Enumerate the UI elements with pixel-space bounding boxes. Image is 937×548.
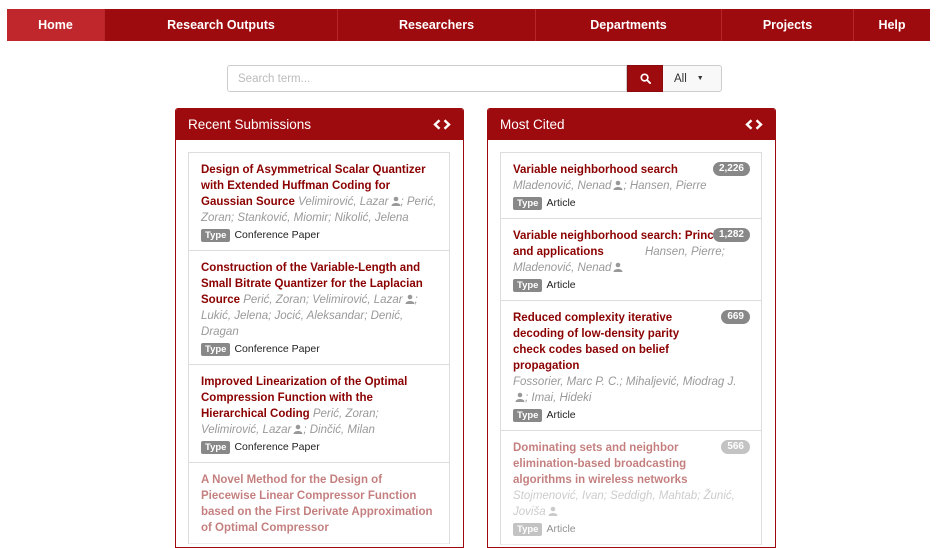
panel-title: Recent Submissions — [188, 117, 312, 132]
user-icon — [548, 506, 558, 516]
list-item: Design of Asymmetrical Scalar Quantizer … — [189, 153, 449, 251]
cited-list: 2,226 Variable neighborhood search Mlade… — [500, 152, 762, 545]
user-icon — [613, 180, 623, 190]
main-nav: Home Research Outputs Researchers Depart… — [7, 9, 930, 41]
user-icon — [293, 424, 303, 434]
nav-projects[interactable]: Projects — [722, 9, 854, 41]
user-icon — [391, 196, 400, 206]
citation-count-badge: 566 — [721, 440, 750, 454]
search-input[interactable] — [227, 65, 627, 92]
citation-count-badge: 669 — [721, 310, 750, 324]
carousel-controls — [745, 119, 763, 130]
nav-departments[interactable]: Departments — [536, 9, 722, 41]
recent-list: Design of Asymmetrical Scalar Quantizer … — [188, 152, 450, 544]
chevron-left-icon[interactable] — [433, 119, 441, 130]
nav-home[interactable]: Home — [7, 9, 105, 41]
list-item: 566 Dominating sets and neighbor elimina… — [501, 431, 761, 545]
filter-value: All — [674, 72, 687, 85]
user-icon — [405, 294, 415, 304]
nav-help[interactable]: Help — [854, 9, 930, 41]
citation-count-badge: 1,282 — [712, 228, 750, 242]
list-item: 1,282 Variable neighborhood search: Prin… — [501, 219, 761, 301]
item-authors: Mladenović, Nenad; Hansen, Pierre — [513, 180, 707, 192]
panel-header: Recent Submissions — [176, 109, 463, 140]
item-authors: Fossorier, Marc P. C.; Mihaljević, Miodr… — [513, 376, 737, 404]
most-cited-panel: Most Cited 2,226 Variable neighborhood s… — [487, 108, 776, 548]
item-type: Type Conference Paper — [201, 439, 437, 455]
item-title-link[interactable]: Reduced complexity iterative decoding of… — [513, 312, 679, 372]
chevron-right-icon[interactable] — [443, 119, 451, 130]
user-icon — [515, 392, 525, 402]
list-item: 2,226 Variable neighborhood search Mlade… — [501, 153, 761, 219]
panel-header: Most Cited — [488, 109, 775, 140]
list-item: Improved Linearization of the Optimal Co… — [189, 365, 449, 463]
recent-submissions-panel: Recent Submissions Design of Asymmetrica… — [175, 108, 464, 548]
search-icon — [639, 73, 651, 84]
item-type: Type Article — [513, 277, 745, 293]
search-filter-select[interactable]: All ▼ — [663, 65, 722, 92]
panel-title: Most Cited — [500, 117, 565, 132]
carousel-controls — [433, 119, 451, 130]
list-item: A Novel Method for the Design of Piecewi… — [189, 463, 449, 544]
item-type: Type Conference Paper — [201, 341, 437, 357]
search-bar: All ▼ — [227, 65, 722, 92]
item-authors: Stojmenović, Ivan; Seddigh, Mahtab; Žuni… — [513, 490, 735, 518]
caret-down-icon: ▼ — [696, 75, 704, 82]
nav-researchers[interactable]: Researchers — [338, 9, 536, 41]
list-item: Construction of the Variable-Length and … — [189, 251, 449, 365]
item-type: Type Article — [513, 195, 745, 211]
item-type: Type Article — [513, 521, 745, 537]
user-icon — [613, 262, 623, 272]
chevron-right-icon[interactable] — [755, 119, 763, 130]
citation-count-badge: 2,226 — [712, 162, 750, 176]
search-button[interactable] — [627, 65, 663, 92]
item-title-link[interactable]: Variable neighborhood search — [513, 164, 678, 176]
item-title-link[interactable]: Dominating sets and neighbor elimination… — [513, 442, 687, 486]
list-item: 669 Reduced complexity iterative decodin… — [501, 301, 761, 431]
item-type: Type Article — [513, 407, 745, 423]
nav-research-outputs[interactable]: Research Outputs — [105, 9, 338, 41]
chevron-left-icon[interactable] — [745, 119, 753, 130]
item-type: Type Conference Paper — [201, 227, 437, 243]
item-title-link[interactable]: A Novel Method for the Design of Piecewi… — [201, 474, 433, 534]
